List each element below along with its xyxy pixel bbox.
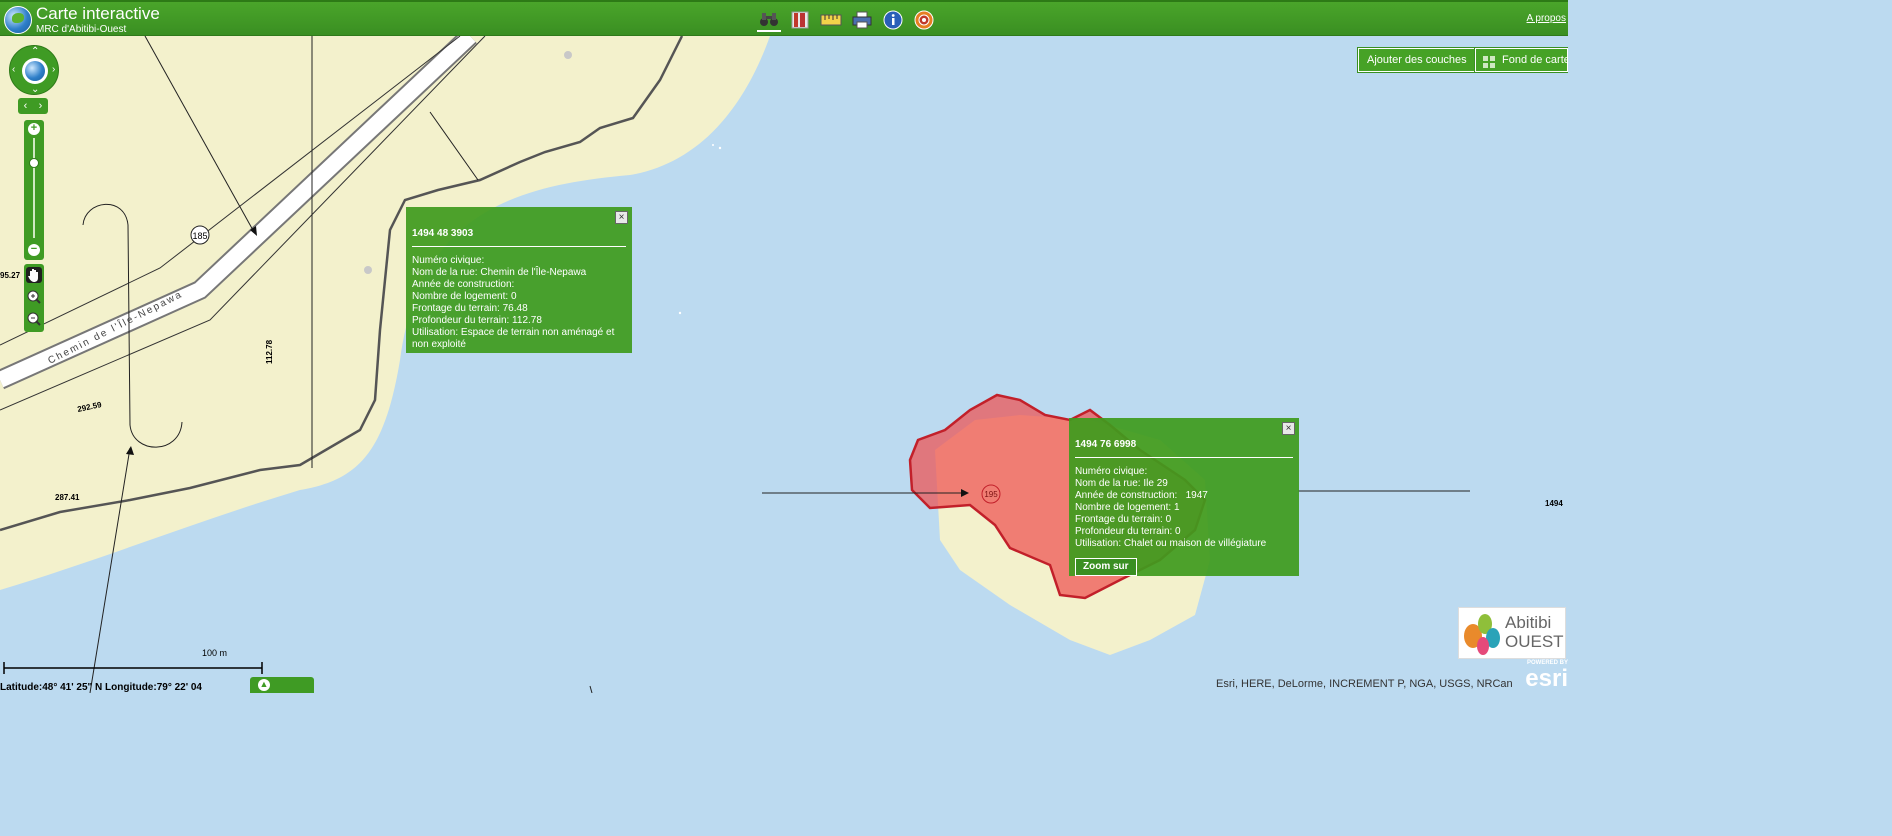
pan-right-icon[interactable]: › xyxy=(52,65,55,75)
zoom-track[interactable] xyxy=(33,138,35,238)
route-185-label: 185 xyxy=(192,231,207,241)
measure-icon[interactable] xyxy=(819,8,843,32)
dimension-label: 287.41 xyxy=(55,493,80,502)
coordinates-readout: Latitude:48° 41' 25" N Longitude:79° 22'… xyxy=(0,682,202,693)
info-icon[interactable] xyxy=(881,8,905,32)
parcel-info-popup: × 1494 48 3903 Numéro civique: Nom de la… xyxy=(406,207,632,353)
print-icon[interactable] xyxy=(850,8,874,32)
basemap-label: Fond de carte xyxy=(1502,54,1568,66)
app-title: Carte interactive xyxy=(36,4,160,23)
dimension-label: 95.27 xyxy=(0,271,21,280)
main-toolbar xyxy=(757,8,936,34)
zoom-in-box-icon[interactable] xyxy=(26,289,42,305)
esri-wordmark: esri xyxy=(1525,665,1568,692)
close-popup-button[interactable]: × xyxy=(1282,422,1295,435)
next-extent-icon[interactable]: › xyxy=(39,98,43,114)
popup-field: Utilisation: Espace de terrain non aména… xyxy=(412,327,615,350)
dimension-label: 1494 xyxy=(1545,499,1563,508)
popup-field: Nombre de logement: 0 xyxy=(412,291,517,302)
popup-divider xyxy=(1075,457,1293,458)
map-tools-bar xyxy=(24,264,44,332)
previous-extent-icon[interactable]: ‹ xyxy=(24,98,28,114)
pan-control[interactable]: ⌃ ⌄ ‹ › xyxy=(9,45,59,95)
survey-point xyxy=(564,51,572,59)
extent-history: ‹ › xyxy=(18,98,48,114)
pan-up-icon[interactable]: ⌃ xyxy=(31,47,39,57)
about-link[interactable]: A propos xyxy=(1527,13,1566,24)
app-header: Carte interactive MRC d'Abitibi-Ouest A … xyxy=(0,0,1568,36)
route-195-label: 195 xyxy=(984,490,998,499)
pan-down-icon[interactable]: ⌄ xyxy=(31,85,39,95)
expand-up-icon: ▲ xyxy=(258,679,270,691)
zoom-thumb[interactable] xyxy=(29,158,39,168)
basemap-button[interactable]: Fond de carte xyxy=(1475,48,1568,72)
popup-title: 1494 48 3903 xyxy=(412,228,474,239)
popup-field: Numéro civique: xyxy=(412,255,485,266)
dimension-label: 112.78 xyxy=(265,339,274,364)
popup-field: Année de construction: 1947 xyxy=(1075,490,1208,501)
popup-field: Profondeur du terrain: 0 xyxy=(1075,526,1181,537)
brand-line-1: Abitibi xyxy=(1505,613,1552,632)
zoom-to-button[interactable]: Zoom sur xyxy=(1075,558,1137,576)
parcel-info-popup: × 1494 76 6998 Numéro civique: Nom de la… xyxy=(1069,418,1299,576)
islet xyxy=(712,144,714,146)
pan-left-icon[interactable]: ‹ xyxy=(12,65,15,75)
map-canvas[interactable]: 185 Chemin de l'Île-Nepawa 112.78 292.59… xyxy=(0,0,1568,693)
map-app: 185 Chemin de l'Île-Nepawa 112.78 292.59… xyxy=(0,0,1568,693)
popup-field: Année de construction: xyxy=(412,279,515,290)
abitibi-ouest-logo: Abitibi OUEST xyxy=(1458,607,1566,659)
close-popup-button[interactable]: × xyxy=(615,211,628,224)
zoom-out-icon[interactable]: − xyxy=(28,244,40,256)
popup-field: Frontage du terrain: 76.48 xyxy=(412,303,528,314)
popup-field: Nom de la rue: Chemin de l'Île-Nepawa xyxy=(412,267,587,278)
popup-field: Nombre de logement: 1 xyxy=(1075,502,1180,513)
zoom-in-icon[interactable]: + xyxy=(28,123,40,135)
popup-divider xyxy=(412,246,626,247)
map-attribution: Esri, HERE, DeLorme, INCREMENT P, NGA, U… xyxy=(1216,678,1513,690)
popup-title: 1494 76 6998 xyxy=(1075,439,1137,450)
popup-field: Profondeur du terrain: 112.78 xyxy=(412,315,542,326)
app-subtitle: MRC d'Abitibi-Ouest xyxy=(36,24,127,35)
abitibi-ouest-leaf-icon xyxy=(1464,614,1500,655)
add-layers-button[interactable]: Ajouter des couches xyxy=(1358,48,1476,72)
bottom-panel-toggle[interactable]: ▲ xyxy=(250,677,314,693)
globe-logo-icon xyxy=(4,6,32,34)
popup-field: Nom de la rue: Ile 29 xyxy=(1075,478,1168,489)
popup-field: Frontage du terrain: 0 xyxy=(1075,514,1172,525)
basemap-grid-icon xyxy=(1483,54,1495,68)
islet xyxy=(678,311,682,315)
survey-point xyxy=(364,266,372,274)
pan-hand-icon[interactable] xyxy=(26,267,42,283)
target-icon[interactable] xyxy=(912,8,936,32)
scale-label: 100 m xyxy=(202,648,227,658)
full-extent-globe-icon[interactable] xyxy=(25,61,45,81)
islet xyxy=(718,146,722,150)
popup-field: Utilisation: Chalet ou maison de villégi… xyxy=(1075,538,1267,549)
brand-line-2: OUEST xyxy=(1505,632,1564,651)
zoom-out-box-icon[interactable] xyxy=(26,311,42,327)
binoculars-icon[interactable] xyxy=(757,8,781,32)
popup-field: Numéro civique: xyxy=(1075,466,1148,477)
esri-logo: POWERED BY esri xyxy=(1514,660,1568,693)
zoom-slider: + − xyxy=(24,120,44,260)
bookmarks-icon[interactable] xyxy=(788,8,812,32)
